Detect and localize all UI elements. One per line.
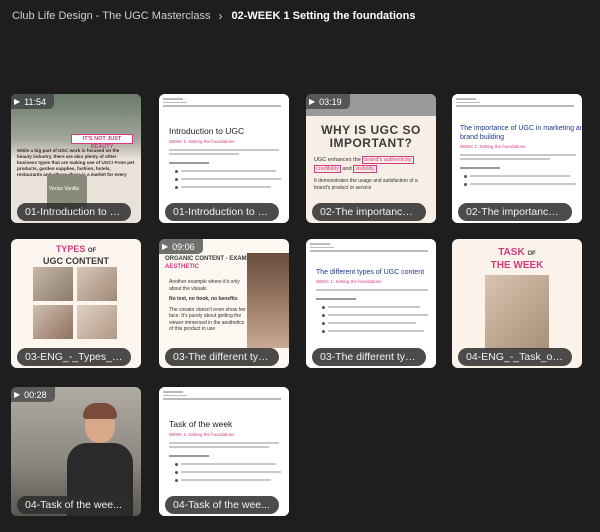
slide-title-line2: IMPORTANT? [306,137,436,150]
person-hair [83,403,117,419]
photo-tile [33,267,73,301]
file-name-label: 04-Task of the wee... [165,496,279,514]
file-card[interactable]: WHY IS UGC SO IMPORTANT? UGC enhances th… [306,94,436,223]
duration-badge: ▶11:54 [11,94,54,109]
video-frame-image [247,253,289,348]
file-name-label: 04-ENG_-_Task_of_t... [458,348,572,366]
slide-text: UGC enhances the [314,157,361,163]
doc-subtitle: WEEK 1: Setting the foundations [169,139,235,144]
play-icon: ▶ [14,390,20,399]
slide-title-task: TASK [498,247,524,258]
slide-heading: ORGANIC CONTENT - EXAMPLE [165,256,258,262]
breadcrumb: Club Life Design - The UGC Masterclass ›… [12,9,415,23]
photo-tile [77,305,117,339]
file-name-label: 03-The different typ... [165,348,279,366]
file-card[interactable]: TYPES OF UGC CONTENT 03-ENG_-_Types_of..… [11,239,141,368]
slide-subheading: AESTHETIC [165,264,199,270]
slide-title-week: THE WEEK [452,260,582,271]
duration-badge: ▶09:06 [159,239,203,254]
file-name-label: 02-The importance ... [458,203,572,221]
slide-bullet: Another example where it's only about th… [169,279,249,292]
tag-authenticity: brand's authenticity [362,156,413,164]
duration-badge: ▶03:19 [306,94,350,109]
banner-label: IT'S NOT JUST BEAUTY [71,134,133,144]
file-name-label: 01-Introduction to U... [165,203,279,221]
slide-title-types: TYPES [56,244,86,254]
file-name-label: 03-The different typ... [312,348,426,366]
slide-title-of: OF [88,248,96,254]
doc-subtitle: WEEK 1: Setting the foundations [316,279,382,284]
slide-bullet: No text, no hook, no benefits [169,296,249,303]
file-card[interactable]: The different types of UGC content WEEK … [306,239,436,368]
tag-credibility: credibility [314,165,341,173]
file-name-label: 03-ENG_-_Types_of... [17,348,131,366]
doc-title: Task of the week [169,419,232,429]
slide-body: It demonstrates the usage and satisfacti… [314,178,430,192]
breadcrumb-course-link[interactable]: Club Life Design - The UGC Masterclass [12,10,210,22]
file-card[interactable]: TASK OF THE WEEK 04-ENG_-_Task_of_t... [452,239,582,368]
photo-tile [485,275,549,349]
doc-subtitle: WEEK 1: Setting the foundations [169,432,235,437]
play-icon: ▶ [14,97,20,106]
duration-badge: ▶00:28 [11,387,55,402]
file-card[interactable]: ORGANIC CONTENT - EXAMPLE AESTHETIC Anot… [159,239,289,368]
file-name-label: 02-The importance ... [312,203,426,221]
slide-and: and [342,166,351,172]
play-icon: ▶ [309,97,315,106]
file-card[interactable]: ▶00:28 04-Task of the wee... [11,387,141,516]
chevron-right-icon: › [218,9,222,23]
doc-title: The importance of UGC in marketing and b… [460,124,582,142]
doc-title: The different types of UGC content [316,269,424,276]
file-card[interactable]: Task of the week WEEK 1: Setting the fou… [159,387,289,516]
file-card[interactable]: The importance of UGC in marketing and b… [452,94,582,223]
file-name-label: 01-Introduction to U... [17,203,131,221]
breadcrumb-current-folder: 02-WEEK 1 Setting the foundations [231,10,415,22]
tag-visibility: visibility. [353,165,377,173]
play-icon: ▶ [162,242,168,251]
slide-title-ugc: UGC CONTENT [11,256,141,266]
slide-title-of: OF [527,251,535,257]
slide-bullet: The creator doesn't even show her face. … [169,307,249,333]
file-card[interactable]: IT'S NOT JUST BEAUTY While a big part of… [11,94,141,223]
photo-tile [33,305,73,339]
photo-tile [77,267,117,301]
file-name-label: 04-Task of the wee... [17,496,131,514]
doc-subtitle: WEEK 1: Setting the foundations [460,144,526,149]
doc-title: Introduction to UGC [169,126,244,136]
file-card[interactable]: Introduction to UGC WEEK 1: Setting the … [159,94,289,223]
